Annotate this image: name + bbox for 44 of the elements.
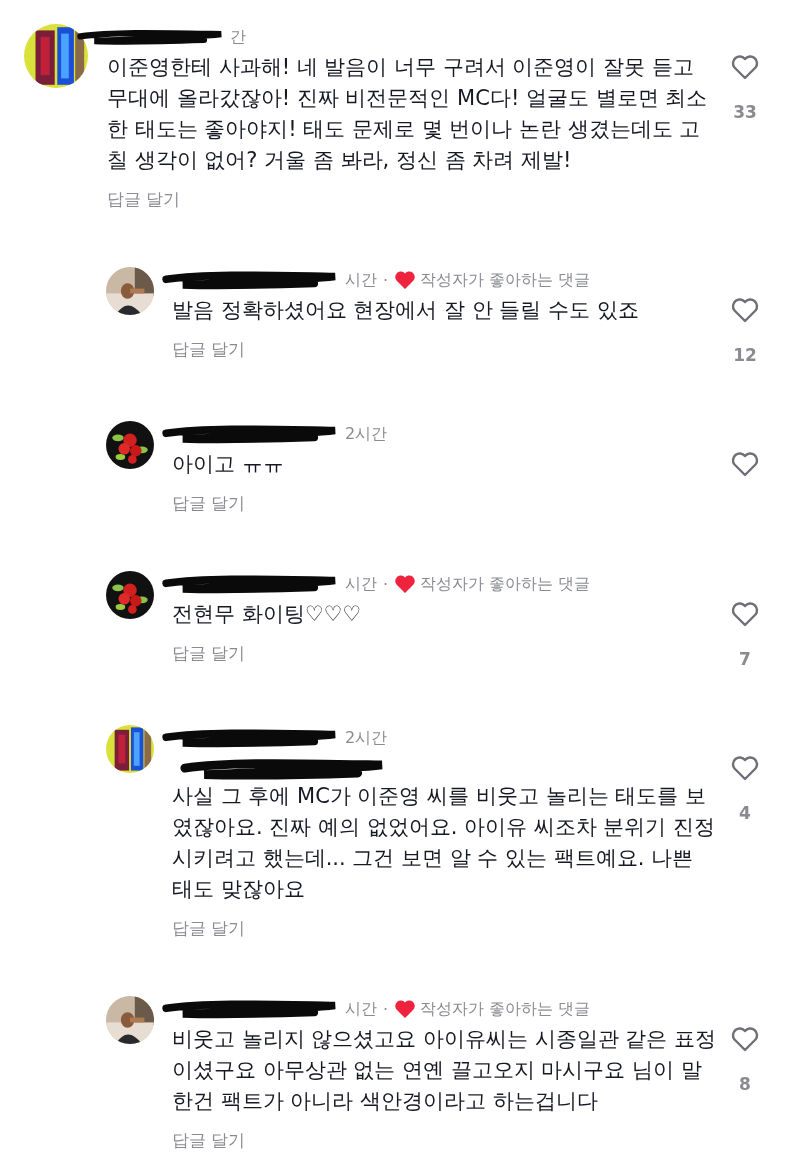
creator-liked-label: 작성자가 좋아하는 댓글 (420, 573, 591, 595)
separator-dot: · (383, 270, 389, 290)
comment-text: 아이고 ㅠㅠ (172, 452, 284, 476)
reply-button[interactable]: 답글 달기 (172, 338, 246, 361)
reply-button[interactable]: 답글 달기 (172, 917, 246, 940)
heart-icon (730, 449, 760, 479)
like-button[interactable] (730, 52, 760, 82)
heart-icon (394, 573, 417, 595)
like-count: 8 (739, 1074, 751, 1094)
comment-text: 이준영한테 사과해! 네 발음이 너무 구려서 이준영이 잘못 듣고 무대에 올라갔잖아! 진짜 비전문적인 MC다! 얼굴도 별로면 최소한 태도는 좋아야지! 태도 문제로 몇 번이나 논란 생겼는데도 고칠 생각이 없어? 거울 좀 봐라, 정신 좀 차려 제발! (107, 55, 708, 172)
separator-dot: · (383, 574, 389, 594)
timestamp: 2시간 (345, 423, 388, 445)
timestamp: 간 (230, 26, 246, 48)
heart-icon (730, 1024, 760, 1054)
like-button[interactable] (730, 1024, 760, 1054)
like-count: 12 (733, 345, 757, 365)
timestamp: 시간 (345, 998, 377, 1020)
separator-dot: · (383, 999, 389, 1019)
reply-button[interactable]: 답글 달기 (172, 1129, 246, 1152)
reply-button[interactable]: 답글 달기 (107, 188, 181, 211)
timestamp: 시간 (345, 269, 377, 291)
like-button[interactable] (730, 599, 760, 629)
comment-text: 발음 정확하셨어요 현장에서 잘 안 들릴 수도 있죠 (172, 298, 639, 322)
creator-liked-label: 작성자가 좋아하는 댓글 (420, 998, 591, 1020)
timestamp: 시간 (345, 573, 377, 595)
comment-text: 비웃고 놀리지 않으셨고요 아이유씨는 시종일관 같은 표정이셨구요 아무상관 없는 연옌 끌고오지 마시구요 님이 말한건 팩트가 아니라 색안경이라고 하는겁니다 (172, 1027, 717, 1113)
like-button[interactable] (730, 753, 760, 783)
like-button[interactable] (730, 449, 760, 479)
heart-icon (394, 998, 417, 1020)
comment-text: 전현무 화이팅♡♡♡ (172, 602, 362, 626)
like-count: 33 (733, 102, 757, 122)
heart-icon (394, 269, 417, 291)
heart-icon (730, 599, 760, 629)
like-button[interactable] (730, 295, 760, 325)
heart-icon (730, 753, 760, 783)
heart-icon (730, 295, 760, 325)
reply-button[interactable]: 답글 달기 (172, 492, 246, 515)
creator-liked-label: 작성자가 좋아하는 댓글 (420, 269, 591, 291)
like-count: 7 (739, 649, 751, 669)
reply-button[interactable]: 답글 달기 (172, 642, 246, 665)
like-count: 4 (739, 803, 751, 823)
timestamp: 2시간 (345, 727, 388, 749)
heart-icon (730, 52, 760, 82)
comment-text: 사실 그 후에 MC가 이준영 씨를 비웃고 놀리는 태도를 보였잖아요. 진짜 예의 없었어요. 아이유 씨조차 분위기 진정시키려고 했는데... 그건 보면 알 수 있는 팩트예요. 나쁜 태도 맞잖아요 (172, 784, 716, 901)
